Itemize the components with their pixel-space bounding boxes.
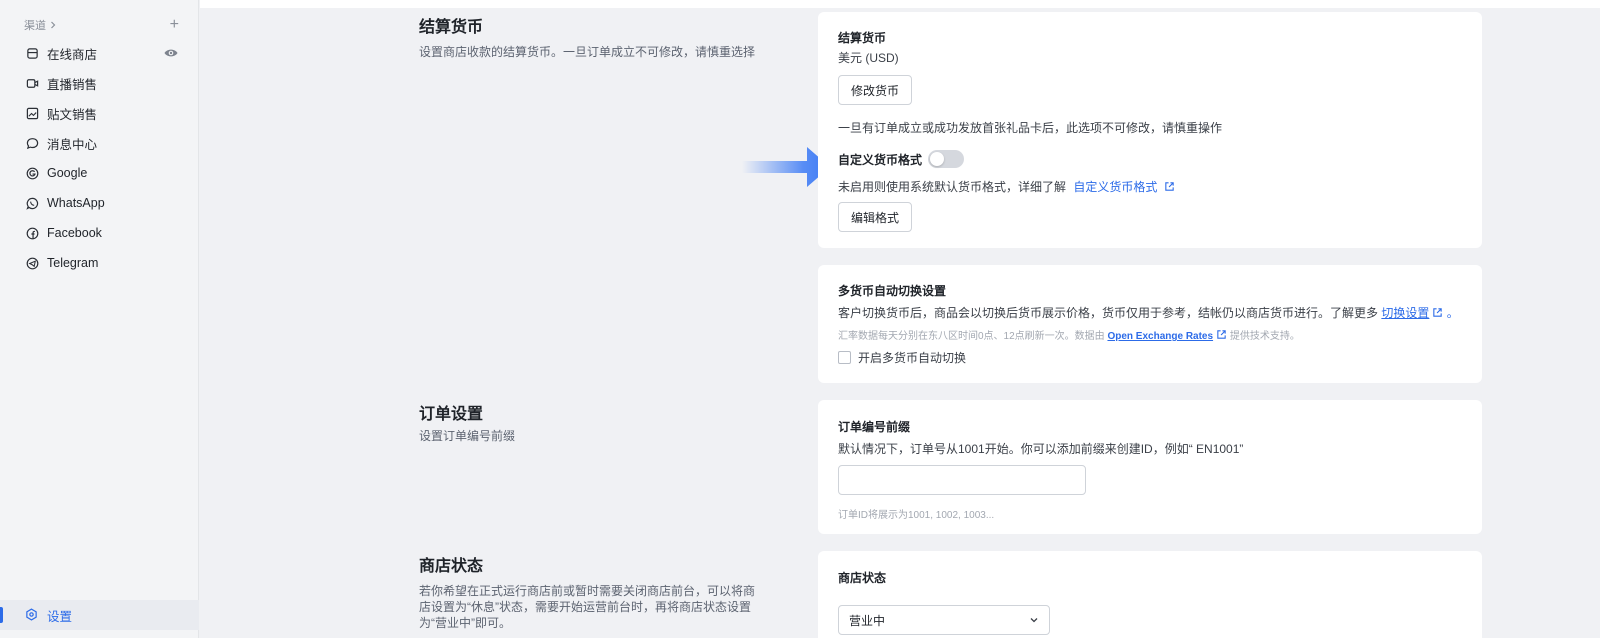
sidebar-item-live-sales[interactable]: 直播销售 bbox=[0, 68, 199, 98]
multi-currency-checkbox-row[interactable]: 开启多货币自动切换 bbox=[838, 349, 966, 366]
sidebar-item-label: 直播销售 bbox=[47, 77, 98, 92]
store-status-section-description: 若你希望在正式运行商店前或暂时需要关闭商店前台，可以将商店设置为“休息”状态，需… bbox=[419, 584, 756, 630]
post-icon bbox=[25, 106, 39, 120]
store-status-selected: 营业中 bbox=[849, 613, 886, 628]
currency-card: 结算货币 美元 (USD) 修改货币 一旦有订单成立或成功发放首张礼品卡后，此选… bbox=[818, 12, 1482, 248]
order-card: 订单编号前缀 默认情况下，订单号从1001开始。你可以添加前缀来创建ID，例如“… bbox=[818, 400, 1482, 534]
store-status-label: 商店状态 bbox=[838, 571, 887, 585]
multi-currency-description: 客户切换货币后，商品会以切换后货币展示价格，货币仅用于参考，结帐仍以商店货币进行… bbox=[838, 306, 1379, 320]
currency-label: 结算货币 bbox=[838, 31, 887, 45]
sidebar-item-label: WhatsApp bbox=[47, 196, 105, 210]
top-band bbox=[200, 0, 1600, 8]
sidebar-item-message-center[interactable]: 消息中心 bbox=[0, 128, 199, 158]
chevron-right-icon bbox=[51, 21, 56, 29]
store-status-card: 商店状态 营业中 bbox=[818, 551, 1482, 638]
channels-title-text: 渠道 bbox=[24, 20, 46, 32]
period-text: 。 bbox=[1446, 306, 1459, 320]
store-icon bbox=[25, 46, 39, 60]
sidebar-header: 渠道 + bbox=[24, 17, 179, 33]
sidebar-item-label: 消息中心 bbox=[47, 137, 98, 152]
sidebar-list: 在线商店 直播销售 贴文销售 消息中心 Google WhatsApp Face… bbox=[0, 38, 199, 278]
chevron-down-icon bbox=[1030, 618, 1038, 623]
custom-format-label: 自定义货币格式 bbox=[838, 152, 923, 167]
custom-format-link-text: 自定义货币格式 bbox=[1073, 180, 1158, 194]
order-prefix-description: 默认情况下，订单号从1001开始。你可以添加前缀来创建ID，例如“ EN1001… bbox=[838, 442, 1244, 456]
exchange-rate-note-prefix: 汇率数据每天分别在东八区时间0点、12点刷新一次。数据由 bbox=[838, 331, 1105, 342]
multi-currency-checkbox[interactable] bbox=[838, 351, 851, 364]
sidebar-item-facebook[interactable]: Facebook bbox=[0, 218, 199, 248]
custom-format-link[interactable]: 自定义货币格式 bbox=[1073, 180, 1174, 194]
multi-currency-title: 多货币自动切换设置 bbox=[838, 284, 947, 298]
sidebar-item-post-sales[interactable]: 贴文销售 bbox=[0, 98, 199, 128]
open-exchange-rates-link[interactable]: Open Exchange Rates bbox=[1107, 331, 1213, 342]
switch-settings-link[interactable]: 切换设置 bbox=[1381, 306, 1429, 320]
order-section-description: 设置订单编号前缀 bbox=[419, 429, 516, 443]
external-link-icon bbox=[1433, 308, 1443, 317]
currency-warning: 一旦有订单成立或成功发放首张礼品卡后，此选项不可修改，请慎重操作 bbox=[838, 121, 1223, 135]
google-icon bbox=[25, 166, 39, 180]
sidebar-item-label: 设置 bbox=[47, 609, 73, 624]
external-link-icon bbox=[1165, 182, 1174, 191]
arrow-pointer-icon bbox=[742, 147, 830, 187]
custom-format-hint: 未启用则使用系统默认货币格式，详细了解 bbox=[838, 180, 1067, 194]
order-prefix-hint: 订单ID将展示为1001, 1002, 1003... bbox=[838, 510, 995, 521]
switch-settings-link-text: 切换设置 bbox=[1381, 306, 1430, 320]
channels-title[interactable]: 渠道 bbox=[24, 17, 57, 33]
sidebar-item-label: Google bbox=[47, 166, 88, 180]
custom-format-hint-row: 未启用则使用系统默认货币格式，详细了解 自定义货币格式 bbox=[838, 178, 1175, 195]
order-prefix-input[interactable] bbox=[838, 465, 1086, 495]
multi-currency-description-row: 客户切换货币后，商品会以切换后货币展示价格，货币仅用于参考，结帐仍以商店货币进行… bbox=[838, 304, 1468, 321]
custom-format-row: 自定义货币格式 bbox=[838, 150, 965, 168]
store-status-select[interactable]: 营业中 bbox=[838, 605, 1050, 635]
store-status-section-title: 商店状态 bbox=[419, 558, 484, 575]
sidebar-item-label: Facebook bbox=[47, 226, 102, 240]
toggle-knob bbox=[930, 152, 945, 166]
sidebar-item-whatsapp[interactable]: WhatsApp bbox=[0, 188, 199, 218]
whatsapp-icon bbox=[25, 196, 39, 210]
add-channel-icon[interactable]: + bbox=[170, 17, 179, 33]
multi-currency-checkbox-label: 开启多货币自动切换 bbox=[858, 351, 967, 365]
order-section-title: 订单设置 bbox=[419, 406, 484, 423]
telegram-icon bbox=[25, 256, 39, 270]
sidebar-item-label: Telegram bbox=[47, 256, 99, 270]
settings-icon bbox=[25, 608, 39, 622]
exchange-rate-note-row: 汇率数据每天分别在东八区时间0点、12点刷新一次。数据由 Open Exchan… bbox=[838, 327, 1300, 342]
eye-icon[interactable] bbox=[163, 45, 179, 61]
sidebar: 渠道 + 在线商店 直播销售 贴文销售 消息中心 Google WhatsApp… bbox=[0, 0, 199, 638]
external-link-icon bbox=[1217, 330, 1226, 339]
sidebar-item-telegram[interactable]: Telegram bbox=[0, 248, 199, 278]
open-exchange-rates-link-text: Open Exchange Rates bbox=[1107, 331, 1214, 342]
facebook-icon bbox=[25, 226, 39, 240]
multi-currency-card: 多货币自动切换设置 客户切换货币后，商品会以切换后货币展示价格，货币仅用于参考，… bbox=[818, 265, 1482, 383]
live-icon bbox=[25, 76, 39, 90]
currency-section-title: 结算货币 bbox=[419, 19, 484, 36]
edit-format-button[interactable]: 编辑格式 bbox=[838, 202, 913, 232]
exchange-rate-note-suffix: 提供技术支持。 bbox=[1229, 331, 1300, 342]
order-prefix-label: 订单编号前缀 bbox=[838, 420, 911, 434]
message-icon bbox=[25, 136, 39, 150]
currency-value: 美元 (USD) bbox=[838, 51, 899, 65]
sidebar-item-label: 贴文销售 bbox=[47, 107, 98, 122]
custom-format-toggle[interactable] bbox=[928, 150, 965, 168]
sidebar-item-online-store[interactable]: 在线商店 bbox=[0, 38, 199, 68]
change-currency-button[interactable]: 修改货币 bbox=[838, 75, 913, 105]
currency-section-description: 设置商店收款的结算货币。一旦订单成立不可修改，请慎重选择 bbox=[419, 45, 756, 59]
sidebar-item-label: 在线商店 bbox=[47, 47, 98, 62]
sidebar-item-google[interactable]: Google bbox=[0, 158, 199, 188]
sidebar-item-settings[interactable]: 设置 bbox=[0, 600, 199, 630]
